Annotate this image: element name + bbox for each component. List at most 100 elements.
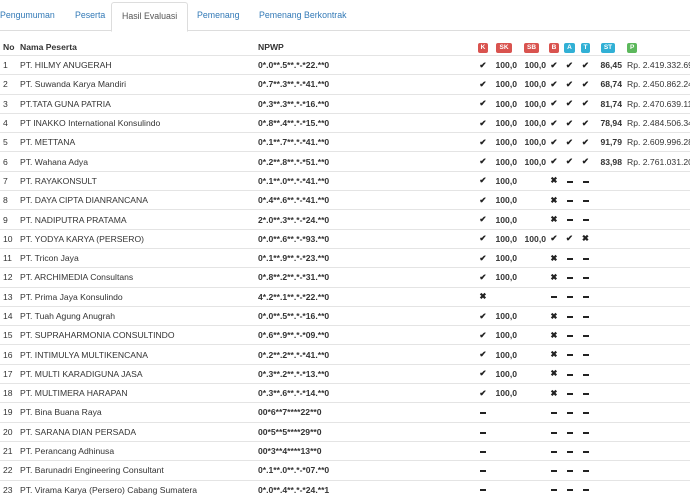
check-icon: ✔	[550, 136, 558, 147]
cell-p	[622, 305, 690, 326]
tab-hasil-evaluasi[interactable]: Hasil Evaluasi	[111, 2, 189, 32]
cell-name: PT. YODYA KARYA (PERSERO)	[20, 228, 258, 249]
check-icon: ✔	[550, 78, 558, 89]
dash-icon	[566, 373, 573, 376]
check-icon: ✔	[565, 136, 574, 147]
dash-icon	[582, 431, 589, 434]
cell-npwp: 4*.2**.1**.*-*22.**0	[258, 286, 475, 307]
cell-b: ✖	[546, 344, 562, 365]
table-row: 9 PT. NADIPUTRA PRATAMA 2*.0**.3**.*-*24.*…	[0, 209, 690, 230]
cell-sb	[517, 440, 546, 461]
table-row: 22 PT. Barunadri Engineering Consultant 0*…	[0, 460, 690, 481]
cell-k	[475, 479, 491, 499]
cell-a	[562, 247, 577, 268]
dash-icon	[566, 277, 573, 280]
cell-name: PT. Tuah Agung Anugrah	[20, 305, 258, 326]
check-icon: ✔	[479, 368, 487, 379]
cell-name: PT.TATA GUNA PATRIA	[20, 93, 258, 114]
cell-b: ✔	[546, 151, 562, 172]
cell-p: Rp. 2.484.506.340	[622, 112, 690, 133]
cell-npwp: 0*.1**.7**.*-*41.**0	[258, 132, 475, 152]
cell-no: 12	[0, 267, 20, 288]
cell-t: ✖	[577, 228, 594, 249]
table-row: 17 PT. MULTI KARADIGUNA JASA 0*.3**.2**.*-…	[0, 363, 690, 384]
check-icon: ✔	[479, 387, 487, 398]
cell-t	[577, 170, 594, 191]
check-icon: ✔	[581, 98, 590, 109]
table-row: 12 PT. ARCHIMEDIA Consultans 0*.8**.2**.*-…	[0, 267, 690, 288]
cell-st	[594, 170, 622, 191]
dash-icon	[566, 431, 573, 434]
dash-icon	[582, 392, 589, 395]
cell-t: ✔	[577, 132, 594, 152]
cell-sk: 100,0	[491, 383, 517, 403]
cell-st	[594, 383, 622, 403]
check-icon: ✔	[565, 59, 574, 70]
table-row: 8 PT. DAYA CIPTA DIANRANCANA 0*.4**.6**.*-…	[0, 190, 690, 210]
cell-npwp: 0*.3**.6**.*-*14.**0	[258, 383, 475, 403]
cell-t: ✔	[577, 93, 594, 114]
cell-b: ✔	[546, 74, 562, 95]
cell-npwp: 0*.0**.4**.*-*24.**1	[258, 479, 475, 499]
dash-icon	[551, 450, 557, 453]
cell-a	[562, 190, 577, 210]
cell-p	[622, 363, 690, 384]
cell-st	[594, 267, 622, 288]
cell-st: 78,94	[594, 112, 622, 133]
cell-a	[562, 344, 577, 365]
dash-icon	[582, 373, 589, 376]
cell-p	[622, 267, 690, 288]
cell-st	[594, 402, 622, 423]
cell-st: 83,98	[594, 151, 622, 172]
cell-no: 5	[0, 132, 20, 152]
cell-p	[622, 325, 690, 345]
cell-npwp: 0*.2**.8**.*-*51.**0	[258, 151, 475, 172]
cell-k	[475, 460, 491, 481]
cell-sk: 100,0	[491, 54, 517, 75]
cell-npwp: 00*3**4****13**0	[258, 440, 475, 461]
header-t: T	[577, 39, 594, 56]
cross-icon: ✖	[550, 271, 558, 282]
cross-icon: ✖	[581, 233, 590, 244]
evaluation-table: No Nama Peserta NPWP K SK SB B A T ST P …	[0, 39, 690, 499]
cell-st	[594, 209, 622, 230]
cell-b	[546, 421, 562, 442]
cell-sb	[517, 190, 546, 210]
tab-pemenang[interactable]: Pemenang	[197, 2, 240, 31]
cell-b	[546, 440, 562, 461]
cell-npwp: 0*.4**.6**.*-*41.**0	[258, 190, 475, 210]
tab-peserta[interactable]: Peserta	[75, 2, 105, 31]
cell-a	[562, 460, 577, 481]
tab-pemenang-berkontrak[interactable]: Pemenang Berkontrak	[259, 2, 347, 31]
dash-icon	[582, 199, 589, 202]
cell-k: ✔	[475, 305, 491, 326]
check-icon: ✔	[581, 59, 590, 70]
cell-name: PT. INTIMULYA MULTIKENCANA	[20, 344, 258, 365]
cell-t: ✔	[577, 74, 594, 95]
cell-a: ✔	[562, 151, 577, 172]
cell-sk	[491, 402, 517, 423]
cell-sk: 100,0	[491, 170, 517, 191]
dash-icon	[582, 257, 589, 260]
cell-no: 11	[0, 247, 20, 268]
check-icon: ✔	[479, 329, 487, 340]
cell-sk: 100,0	[491, 325, 517, 345]
cell-name: PT. SUPRAHARMONIA CONSULTINDO	[20, 325, 258, 345]
cell-a	[562, 305, 577, 326]
cell-no: 14	[0, 305, 20, 326]
cell-sb	[517, 247, 546, 268]
cell-st	[594, 479, 622, 499]
check-icon: ✔	[479, 59, 487, 70]
cell-sb	[517, 267, 546, 288]
cell-a	[562, 421, 577, 442]
cell-sk: 100,0	[491, 151, 517, 172]
cell-k: ✔	[475, 209, 491, 230]
cell-st	[594, 305, 622, 326]
cell-no: 4	[0, 112, 20, 133]
check-icon: ✔	[479, 175, 487, 186]
check-icon: ✔	[479, 117, 487, 128]
tab-pengumuman[interactable]: Pengumuman	[0, 2, 55, 31]
cell-sb: 100,0	[517, 74, 546, 95]
table-row: 1 PT. HILMY ANUGERAH 0*.0**.5**.*-*22.**0 ✔…	[0, 54, 690, 75]
dash-icon	[582, 354, 589, 357]
